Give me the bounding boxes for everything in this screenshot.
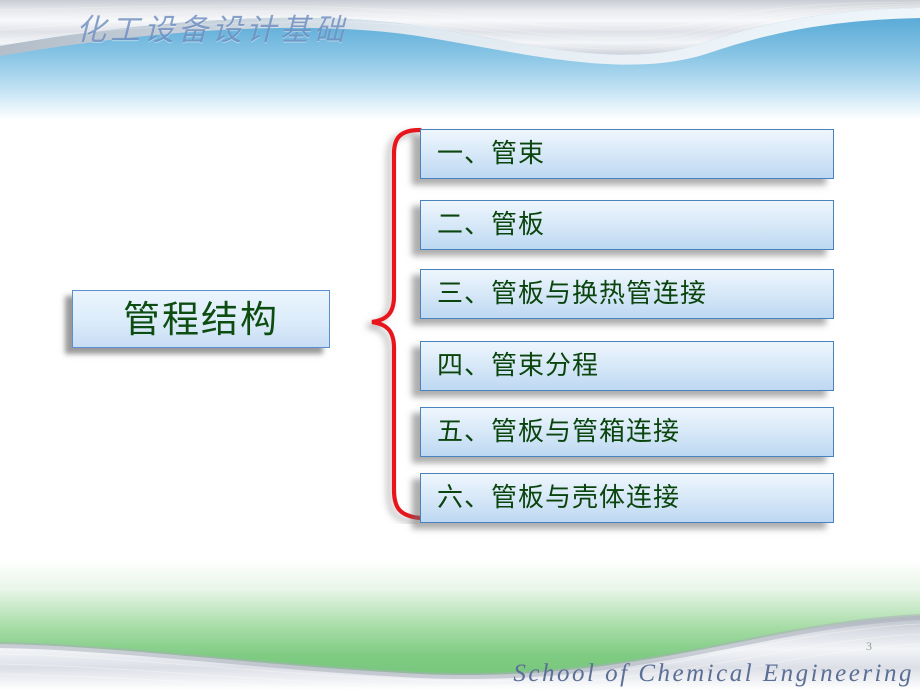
list-item-label: 六、管板与壳体连接 bbox=[437, 483, 681, 513]
footer-organization: School of Chemical Engineering bbox=[513, 660, 914, 687]
course-title: 化工设备设计基础 bbox=[76, 14, 348, 47]
list-item[interactable]: 一、管束 bbox=[420, 129, 834, 179]
list-item-label: 三、管板与换热管连接 bbox=[437, 279, 708, 309]
list-item-label: 五、管板与管箱连接 bbox=[437, 417, 681, 447]
list-item[interactable]: 三、管板与换热管连接 bbox=[420, 269, 834, 319]
list-item-label: 一、管束 bbox=[437, 139, 546, 169]
page-number: 3 bbox=[866, 639, 872, 653]
list-item[interactable]: 四、管束分程 bbox=[420, 341, 834, 391]
slide-canvas: 化工设备设计基础 管程结构 一、管束 二、管板 三、管板与换热管连接 四、管束分… bbox=[0, 0, 920, 690]
list-item[interactable]: 二、管板 bbox=[420, 200, 834, 250]
list-item-label: 二、管板 bbox=[437, 210, 546, 240]
topic-list: 一、管束 二、管板 三、管板与换热管连接 四、管束分程 五、管板与管箱连接 六、… bbox=[0, 0, 920, 690]
list-item[interactable]: 六、管板与壳体连接 bbox=[420, 473, 834, 523]
list-item[interactable]: 五、管板与管箱连接 bbox=[420, 407, 834, 457]
list-item-label: 四、管束分程 bbox=[437, 351, 600, 381]
